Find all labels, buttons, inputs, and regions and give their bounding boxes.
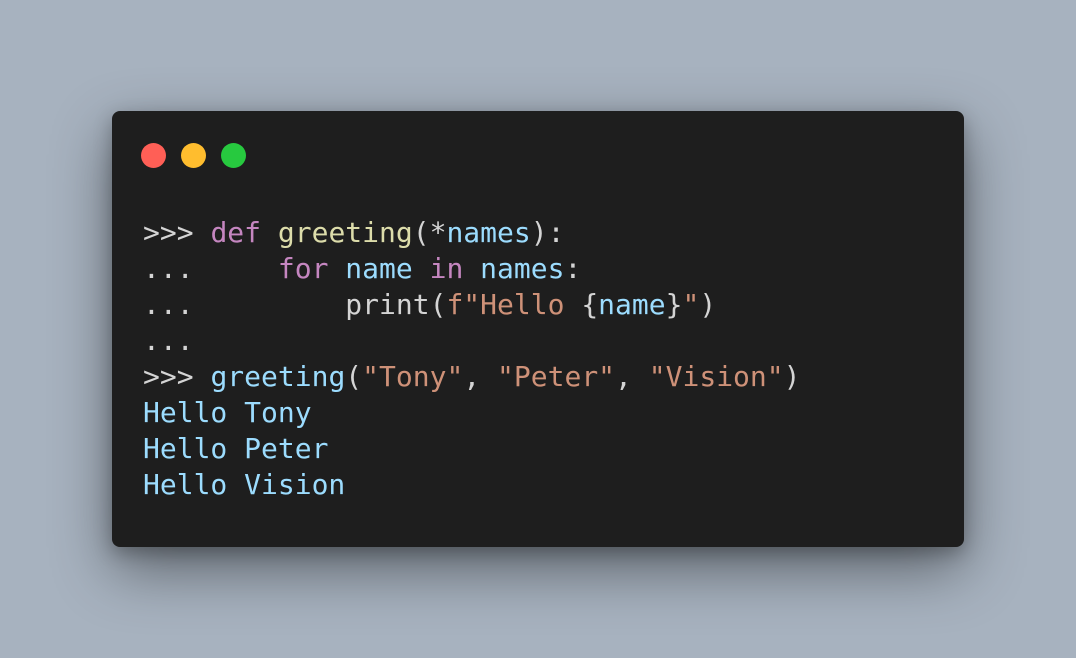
code-token-plain: ): — [530, 216, 565, 249]
code-token-variable: name — [598, 288, 666, 321]
code-token-output: Hello Tony — [143, 396, 312, 429]
code-token-string: " — [682, 288, 700, 321]
code-token-variable: names — [480, 252, 565, 285]
code-token-string: "Tony" — [362, 360, 464, 393]
code-token-keyword: in — [429, 252, 464, 285]
code-line: Hello Tony — [143, 395, 800, 431]
code-line: >>> greeting("Tony", "Peter", "Vision") — [143, 359, 800, 395]
code-token-plain: * — [429, 216, 447, 249]
code-token-plain: , — [615, 360, 649, 393]
code-token-prompt: ... — [143, 324, 194, 357]
code-token-plain: ( — [345, 360, 363, 393]
code-token-plain: : — [564, 252, 582, 285]
code-token-prompt: >>> — [143, 360, 211, 393]
code-token-plain: ) — [783, 360, 801, 393]
code-token-function: greeting — [277, 216, 413, 249]
code-token-plain: ( — [412, 216, 430, 249]
code-token-string: "Vision" — [648, 360, 784, 393]
code-line: ... — [143, 323, 800, 359]
window-controls — [141, 143, 246, 168]
code-token-plain: ( — [429, 288, 447, 321]
code-token-plain: , — [463, 360, 498, 393]
code-token-prompt: >>> — [143, 216, 211, 249]
code-token-keyword: def — [210, 216, 262, 249]
code-block: >>> def greeting(*names):... for name in… — [143, 215, 800, 503]
code-token-plain: print — [345, 288, 430, 321]
code-token-variable: name — [345, 252, 413, 285]
code-token-variable: names — [446, 216, 531, 249]
code-token-variable: greeting — [210, 360, 346, 393]
code-token-prompt: ... — [143, 252, 278, 285]
code-line: ... for name in names: — [143, 251, 800, 287]
close-dot-icon[interactable] — [141, 143, 166, 168]
code-line: ... print(f"Hello {name}") — [143, 287, 800, 323]
code-token-plain: { — [581, 288, 599, 321]
code-line: Hello Peter — [143, 431, 800, 467]
minimize-dot-icon[interactable] — [181, 143, 206, 168]
code-window: >>> def greeting(*names):... for name in… — [112, 111, 964, 547]
code-token-plain: ) — [699, 288, 717, 321]
code-token-output: Hello Peter — [143, 432, 329, 465]
code-token-string: "Peter" — [497, 360, 616, 393]
maximize-dot-icon[interactable] — [221, 143, 246, 168]
code-line: Hello Vision — [143, 467, 800, 503]
code-token-string: f"Hello — [446, 288, 582, 321]
code-token-keyword: for — [277, 252, 329, 285]
code-token-prompt: ... — [143, 288, 346, 321]
code-token-output: Hello Vision — [143, 468, 346, 501]
code-line: >>> def greeting(*names): — [143, 215, 800, 251]
code-token-plain: } — [665, 288, 683, 321]
